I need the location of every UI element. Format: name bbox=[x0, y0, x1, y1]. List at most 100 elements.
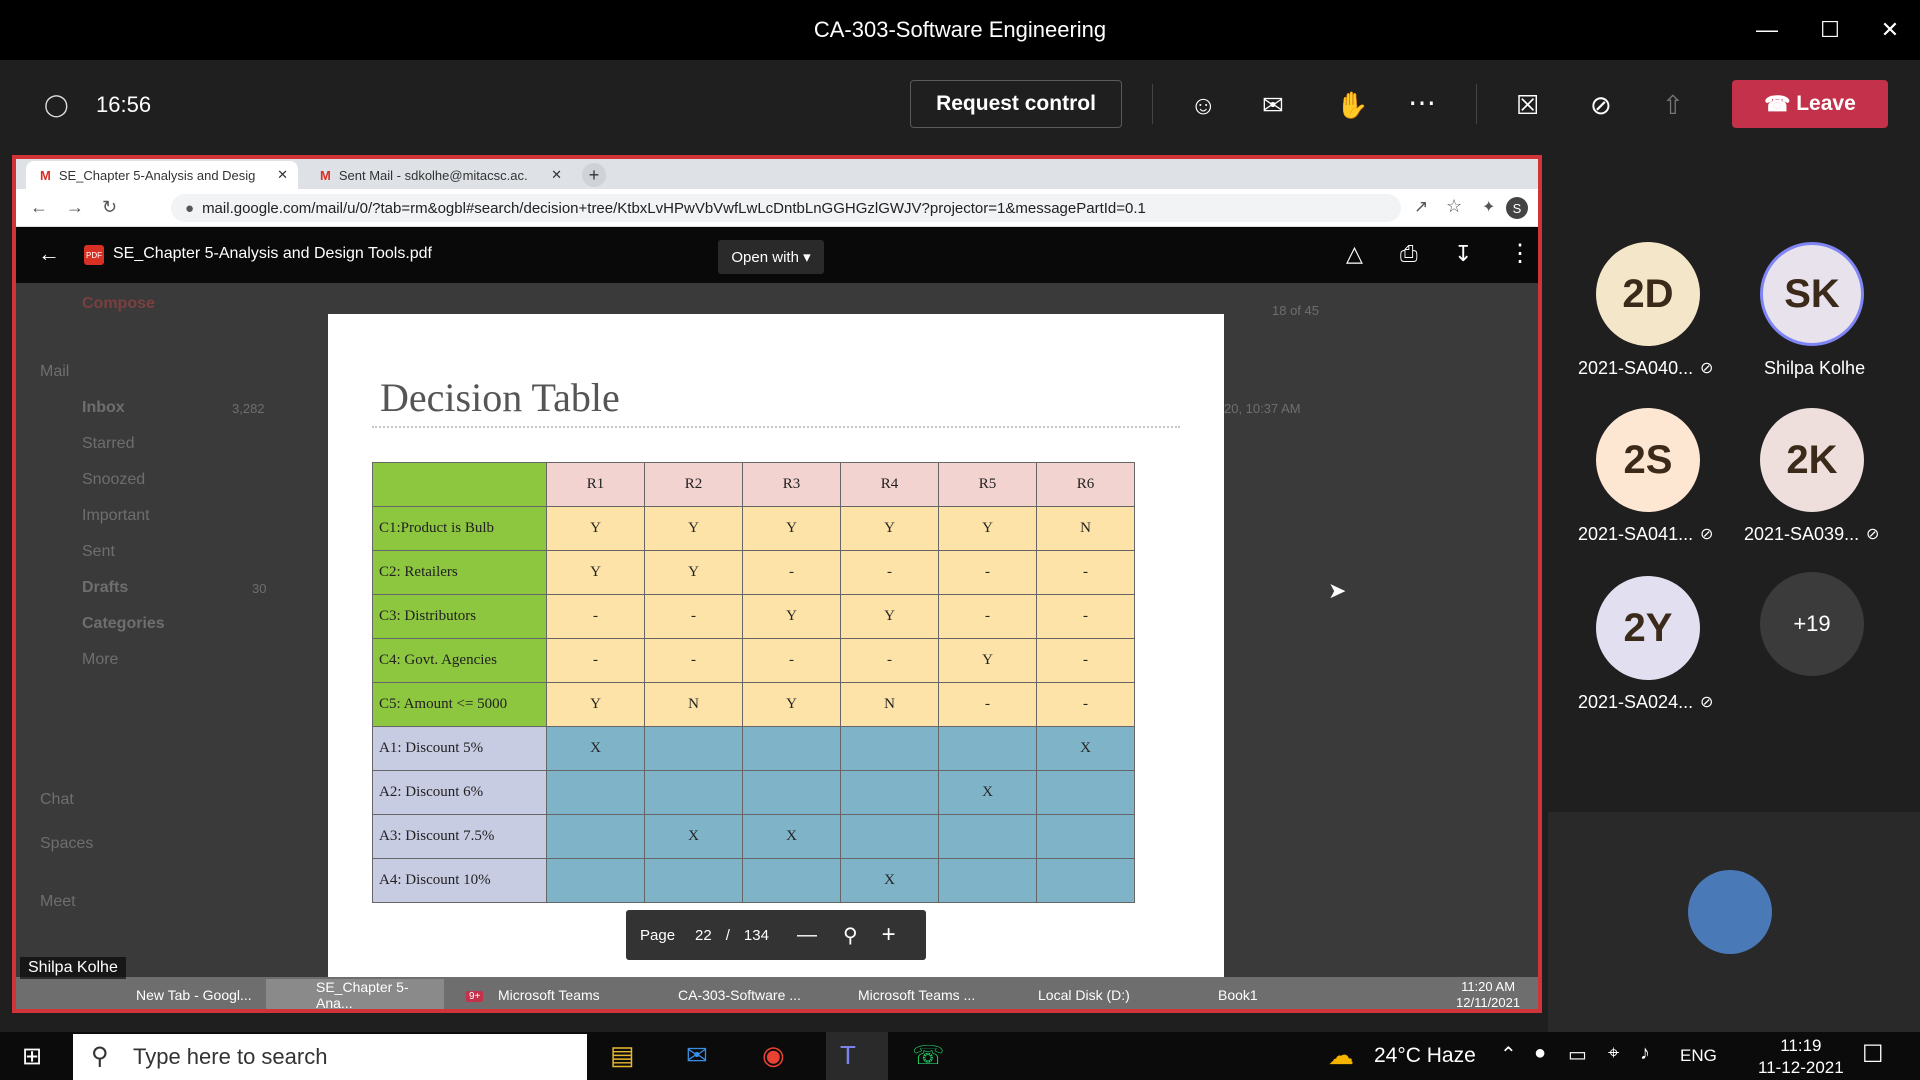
raise-hand-icon[interactable]: ✋ bbox=[1336, 90, 1368, 121]
condition-cell: - bbox=[644, 594, 743, 639]
taskbar-clock[interactable]: 11:19 11-12-2021 bbox=[1758, 1035, 1844, 1079]
add-to-drive-icon[interactable]: △ bbox=[1346, 241, 1363, 267]
action-cell bbox=[644, 770, 743, 815]
chat-icon[interactable]: ✉ bbox=[1262, 90, 1284, 121]
table-header-cell: R1 bbox=[546, 462, 645, 507]
request-control-button[interactable]: Request control bbox=[910, 80, 1122, 128]
condition-cell: Y bbox=[546, 506, 645, 551]
minimize-icon[interactable]: — bbox=[1737, 0, 1797, 60]
sidebar-item-drafts[interactable]: Drafts bbox=[82, 579, 128, 597]
avatar[interactable]: SK bbox=[1760, 242, 1864, 346]
leave-button[interactable]: ☎ Leave bbox=[1732, 80, 1888, 128]
avatar[interactable]: 2K bbox=[1760, 408, 1864, 512]
close-tab-icon[interactable]: ✕ bbox=[551, 167, 562, 183]
mail-date: 20, 10:37 AM bbox=[1224, 401, 1301, 416]
wifi-icon[interactable]: ⌖ bbox=[1608, 1042, 1619, 1065]
open-with-button[interactable]: Open with ▾ bbox=[718, 240, 824, 274]
print-icon[interactable]: ⎙ bbox=[1400, 241, 1418, 267]
more-vert-icon[interactable]: ⋮ bbox=[1508, 239, 1532, 268]
weather-text[interactable]: 24°C Haze bbox=[1374, 1044, 1476, 1068]
condition-cell: - bbox=[938, 550, 1037, 595]
close-tab-icon[interactable]: ✕ bbox=[277, 167, 288, 183]
zoom-icon[interactable]: ⚲ bbox=[843, 923, 858, 948]
avatar[interactable]: 2D bbox=[1596, 242, 1700, 346]
condition-cell: Y bbox=[840, 594, 939, 639]
avatar[interactable]: 2Y bbox=[1596, 576, 1700, 680]
mouse-cursor: ➤ bbox=[1328, 578, 1347, 603]
share-screen-icon[interactable]: ⇧ bbox=[1662, 90, 1684, 121]
taskbar-item[interactable]: SE_Chapter 5-Ana... bbox=[266, 979, 444, 1009]
browser-tab[interactable]: M Sent Mail - sdkolhe@mitacsc.ac. ✕ bbox=[306, 161, 572, 189]
chevron-up-icon[interactable]: ⌃ bbox=[1500, 1042, 1517, 1067]
reload-icon[interactable]: ↻ bbox=[102, 197, 117, 218]
forward-icon[interactable]: → bbox=[66, 197, 84, 218]
action-row: A1: Discount 5% X X bbox=[372, 726, 1135, 771]
file-explorer-icon[interactable]: ▤ bbox=[610, 1040, 635, 1071]
camera-off-icon[interactable]: ☒ bbox=[1516, 90, 1539, 121]
volume-icon[interactable]: ♪ bbox=[1640, 1042, 1650, 1065]
taskbar-item[interactable]: Local Disk (D:) bbox=[988, 979, 1164, 1009]
taskbar-item[interactable]: Microsoft Teams ... bbox=[808, 979, 984, 1009]
mail-section[interactable]: Mail bbox=[40, 363, 69, 381]
action-cell bbox=[742, 726, 841, 771]
close-icon[interactable]: ✕ bbox=[1860, 0, 1920, 60]
url-field[interactable]: ● mail.google.com/mail/u/0/?tab=rm&ogbl#s… bbox=[171, 194, 1401, 222]
sidebar-item-important[interactable]: Important bbox=[82, 507, 150, 525]
action-cell: X bbox=[1036, 726, 1135, 771]
more-options-icon[interactable]: ⋯ bbox=[1408, 86, 1436, 119]
browser-tab[interactable]: M SE_Chapter 5-Analysis and Desig ✕ bbox=[26, 161, 298, 189]
notifications-icon[interactable]: ☐ bbox=[1862, 1040, 1884, 1069]
condition-cell: - bbox=[644, 638, 743, 683]
meet-section[interactable]: Meet bbox=[40, 893, 76, 911]
language-indicator[interactable]: ENG bbox=[1680, 1046, 1717, 1066]
sidebar-item-more[interactable]: More bbox=[82, 651, 118, 669]
zoom-in-icon[interactable]: + bbox=[882, 921, 896, 949]
action-cell bbox=[546, 770, 645, 815]
maximize-icon[interactable]: ☐ bbox=[1800, 0, 1860, 60]
taskbar-item[interactable]: Book1 bbox=[1168, 979, 1344, 1009]
page-number-input[interactable]: 22 bbox=[695, 927, 712, 944]
sidebar-item-inbox[interactable]: Inbox bbox=[82, 399, 125, 417]
back-arrow-icon[interactable]: ← bbox=[38, 241, 60, 267]
inner-clock: 11:20 AM 12/11/2021 bbox=[1456, 979, 1521, 1010]
browser-tab-strip: M SE_Chapter 5-Analysis and Desig ✕ M Se… bbox=[16, 159, 1538, 189]
action-cell bbox=[938, 726, 1037, 771]
action-cell: X bbox=[742, 814, 841, 859]
mail-icon[interactable]: ✉ bbox=[686, 1040, 708, 1071]
avatar[interactable]: 2S bbox=[1596, 408, 1700, 512]
chrome-icon[interactable]: ◉ bbox=[762, 1040, 785, 1071]
mic-off-icon[interactable]: ⊘ bbox=[1590, 90, 1612, 121]
participants-icon[interactable]: ☺ bbox=[1190, 90, 1217, 121]
sidebar-item-snoozed[interactable]: Snoozed bbox=[82, 471, 145, 489]
sidebar-item-starred[interactable]: Starred bbox=[82, 435, 134, 453]
profile-avatar[interactable]: S bbox=[1506, 197, 1528, 219]
taskbar-search-input[interactable]: ⚲ Type here to search bbox=[73, 1034, 587, 1080]
more-participants-button[interactable]: +19 bbox=[1760, 572, 1864, 676]
bookmark-star-icon[interactable]: ☆ bbox=[1446, 196, 1462, 217]
sidebar-item-categories[interactable]: Categories bbox=[82, 615, 165, 633]
download-icon[interactable]: ↧ bbox=[1454, 241, 1472, 267]
teams-badge: 9+ bbox=[466, 991, 484, 1002]
new-tab-button[interactable]: + bbox=[582, 163, 606, 187]
condition-row: C1:Product is Bulb Y Y Y Y Y N bbox=[372, 506, 1135, 551]
extensions-icon[interactable]: ✦ bbox=[1482, 197, 1495, 217]
taskbar-item[interactable]: New Tab - Googl... bbox=[86, 979, 266, 1009]
sidebar-item-sent[interactable]: Sent bbox=[82, 543, 115, 561]
mic-icon[interactable]: ● bbox=[1534, 1042, 1546, 1065]
muted-mic-icon: ⊘ bbox=[1866, 526, 1880, 543]
taskbar-item[interactable]: CA-303-Software ... bbox=[628, 979, 804, 1009]
windows-start-icon[interactable]: ⊞ bbox=[22, 1042, 42, 1071]
back-icon[interactable]: ← bbox=[30, 197, 48, 218]
condition-cell: - bbox=[840, 638, 939, 683]
share-icon[interactable]: ↗ bbox=[1414, 197, 1428, 217]
compose-button[interactable]: Compose bbox=[82, 295, 155, 313]
chat-section[interactable]: Chat bbox=[40, 791, 74, 809]
shared-screen: M SE_Chapter 5-Analysis and Desig ✕ M Se… bbox=[12, 155, 1542, 1013]
whatsapp-icon[interactable]: ☏ bbox=[912, 1040, 945, 1071]
action-cell bbox=[546, 858, 645, 903]
teams-taskbar-icon[interactable] bbox=[826, 1032, 888, 1080]
battery-icon[interactable]: ▭ bbox=[1568, 1042, 1587, 1067]
zoom-out-icon[interactable]: — bbox=[797, 924, 817, 947]
spaces-section[interactable]: Spaces bbox=[40, 835, 93, 853]
condition-label: C2: Retailers bbox=[372, 550, 547, 595]
